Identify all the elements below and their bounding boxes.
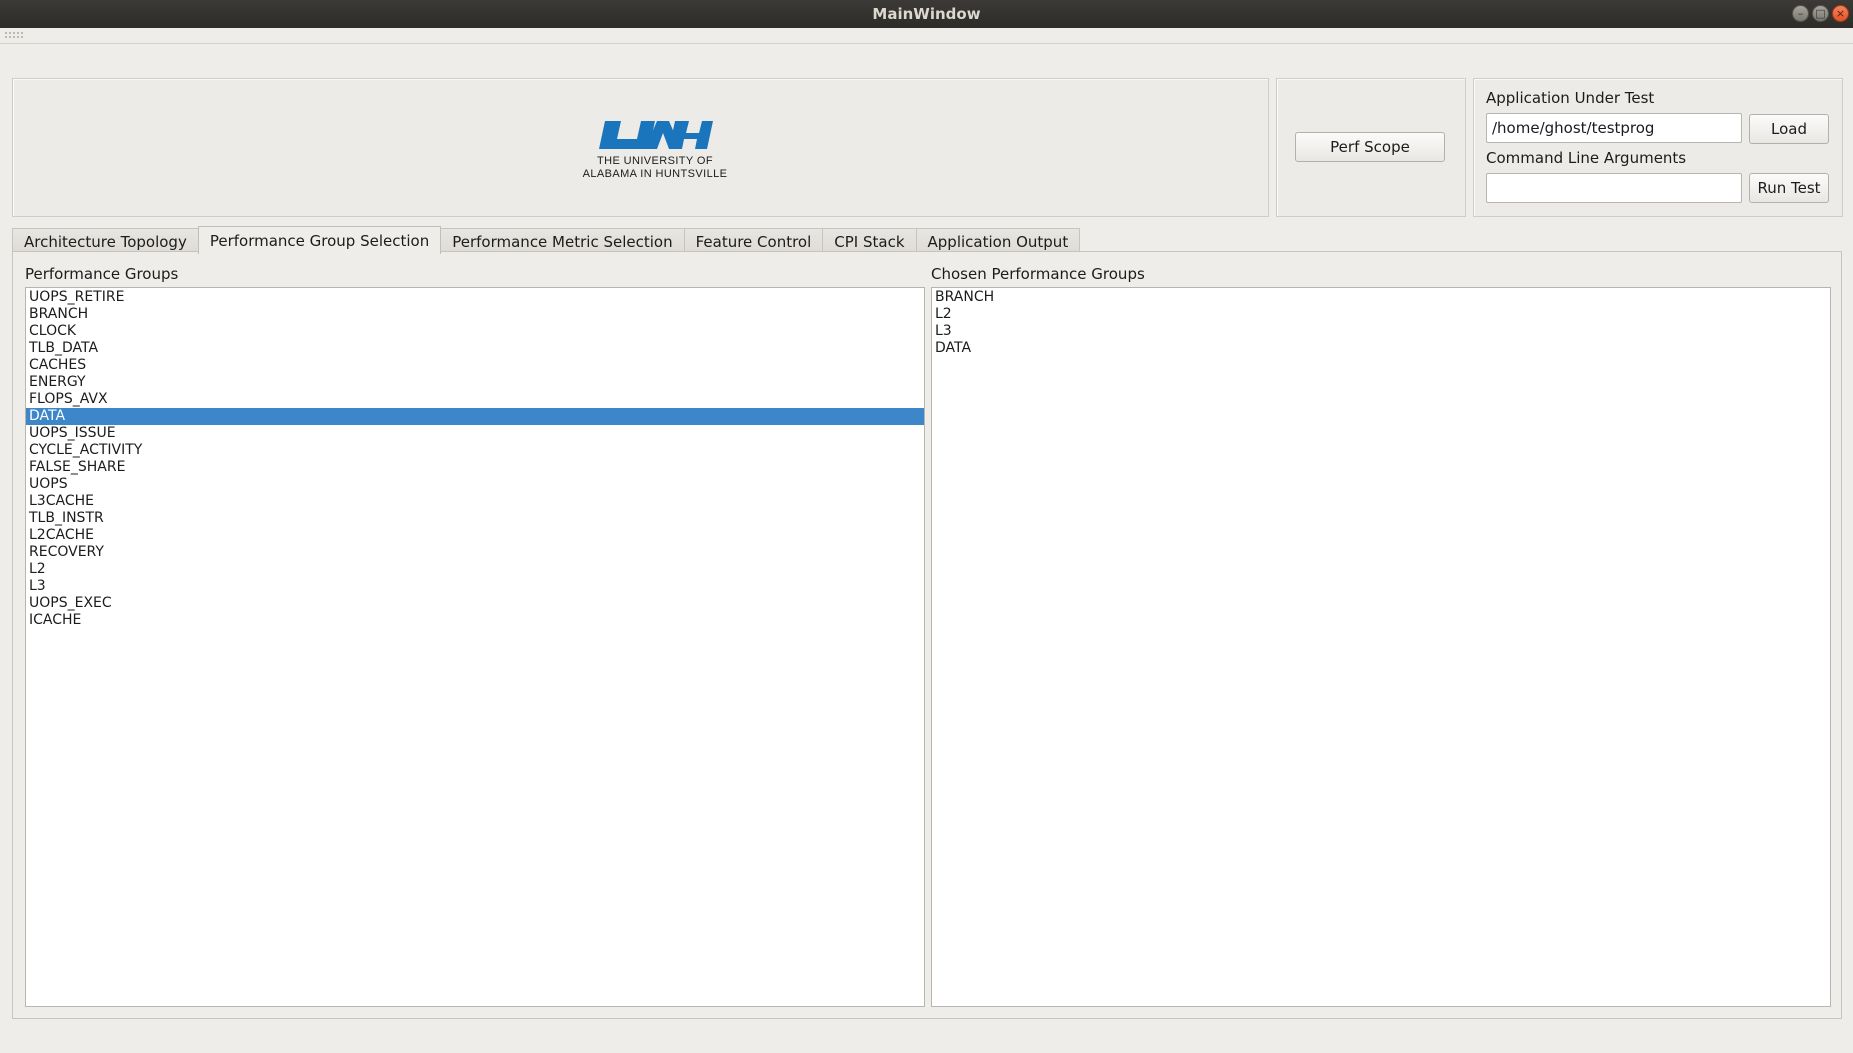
list-item[interactable]: UOPS_ISSUE (26, 425, 924, 442)
app-path-input[interactable] (1486, 113, 1742, 143)
list-item[interactable]: ENERGY (26, 374, 924, 391)
chosen-groups-list[interactable]: BRANCH L2 L3 DATA (931, 287, 1831, 1007)
main-tabs: Architecture Topology Performance Group … (12, 226, 1081, 254)
list-item[interactable]: L2CACHE (26, 527, 924, 544)
list-item[interactable]: DATA (26, 408, 924, 425)
logo-line-2: ALABAMA IN HUNTSVILLE (582, 168, 728, 180)
list-item[interactable]: L2 (26, 561, 924, 578)
list-item[interactable]: UOPS_RETIRE (26, 289, 924, 306)
list-item[interactable]: L3CACHE (26, 493, 924, 510)
scope-frame: Perf Scope (1276, 78, 1466, 217)
toolbar-grip-icon[interactable] (4, 31, 24, 39)
close-icon[interactable]: × (1832, 5, 1849, 22)
application-frame: Application Under Test Load Command Line… (1473, 78, 1843, 217)
window-controls: – □ × (1792, 5, 1849, 22)
list-item[interactable]: CACHES (26, 357, 924, 374)
list-item[interactable]: FALSE_SHARE (26, 459, 924, 476)
logo-frame: THE UNIVERSITY OF ALABAMA IN HUNTSVILLE (12, 78, 1269, 217)
minimize-icon[interactable]: – (1792, 5, 1809, 22)
list-item[interactable]: ICACHE (26, 612, 924, 629)
list-item[interactable]: TLB_DATA (26, 340, 924, 357)
list-item[interactable]: CYCLE_ACTIVITY (26, 442, 924, 459)
list-item[interactable]: BRANCH (932, 289, 1830, 306)
chosen-groups-label: Chosen Performance Groups (931, 265, 1145, 283)
tab-performance-group-selection[interactable]: Performance Group Selection (197, 226, 442, 254)
cmd-args-label: Command Line Arguments (1486, 149, 1687, 167)
app-under-test-label: Application Under Test (1486, 89, 1655, 107)
list-item[interactable]: RECOVERY (26, 544, 924, 561)
list-item[interactable]: UOPS_EXEC (26, 595, 924, 612)
list-item[interactable]: L2 (932, 306, 1830, 323)
run-test-button[interactable]: Run Test (1749, 173, 1829, 203)
menu-strip (0, 28, 1853, 44)
list-item[interactable]: FLOPS_AVX (26, 391, 924, 408)
list-item[interactable]: TLB_INSTR (26, 510, 924, 527)
cmd-args-input[interactable] (1486, 173, 1742, 203)
maximize-icon[interactable]: □ (1812, 5, 1829, 22)
list-item[interactable]: DATA (932, 340, 1830, 357)
uah-logo: THE UNIVERSITY OF ALABAMA IN HUNTSVILLE (575, 117, 735, 181)
performance-groups-label: Performance Groups (25, 265, 179, 283)
logo-line-1: THE UNIVERSITY OF (597, 155, 713, 167)
performance-group-panel: Performance Groups Chosen Performance Gr… (12, 251, 1842, 1019)
window-title: MainWindow (872, 5, 981, 23)
load-button[interactable]: Load (1749, 114, 1829, 144)
perf-scope-button[interactable]: Perf Scope (1295, 132, 1445, 162)
title-bar: MainWindow – □ × (0, 0, 1853, 28)
list-item[interactable]: L3 (932, 323, 1830, 340)
list-item[interactable]: BRANCH (26, 306, 924, 323)
list-item[interactable]: UOPS (26, 476, 924, 493)
uah-logo-mark-icon (599, 121, 713, 149)
performance-groups-list[interactable]: UOPS_RETIRE BRANCH CLOCK TLB_DATA CACHES ENER… (25, 287, 925, 1007)
list-item[interactable]: L3 (26, 578, 924, 595)
list-item[interactable]: CLOCK (26, 323, 924, 340)
